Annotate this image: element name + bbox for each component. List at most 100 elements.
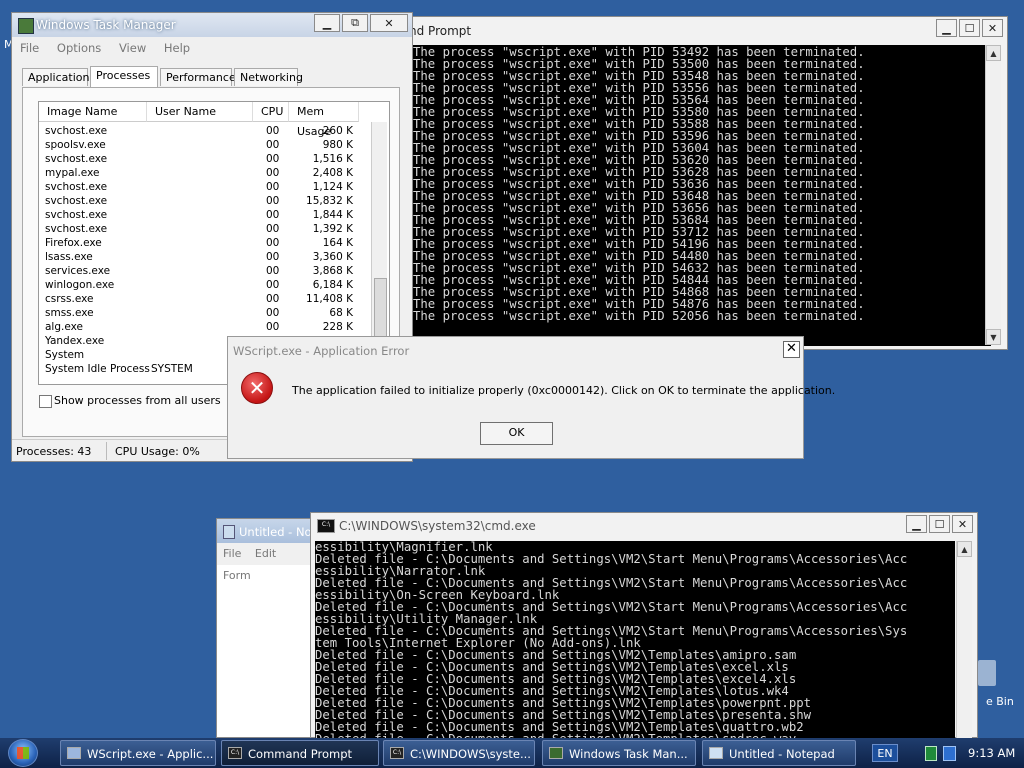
recycle-bin-icon[interactable] (978, 660, 996, 686)
tray-network-icon[interactable] (925, 746, 937, 761)
console-icon: C:\ (317, 519, 335, 533)
taskbar-item-task-manager[interactable]: Windows Task Man... (542, 740, 696, 766)
cmd1-scrollbar[interactable]: ▲ ▼ (985, 45, 1001, 345)
taskbar-item-label: Command Prompt (248, 747, 353, 761)
scroll-thumb[interactable] (374, 278, 387, 340)
cell-image-name: spoolsv.exe (45, 139, 106, 151)
cell-cpu: 00 (266, 293, 280, 305)
close-button[interactable]: ✕ (370, 14, 408, 32)
table-row[interactable]: csrss.exe 00 11,408 K (39, 292, 379, 306)
table-row[interactable]: smss.exe 00 68 K (39, 306, 379, 320)
tab-networking[interactable]: Networking (234, 68, 303, 86)
notepad-icon (223, 525, 235, 539)
table-row[interactable]: spoolsv.exe 00 980 K (39, 138, 379, 152)
notepad-icon (709, 747, 723, 759)
console-icon: C:\ (228, 747, 242, 759)
menu-edit[interactable]: Edit (255, 547, 276, 560)
close-button[interactable]: ✕ (952, 515, 973, 533)
tm-titlebar: Windows Task Manager ▁ ⧉ ✕ (12, 13, 412, 37)
start-button[interactable] (8, 739, 38, 767)
column-image-name[interactable]: Image Name (39, 102, 147, 122)
cmd1-title: nd Prompt (409, 24, 472, 38)
windows-logo-icon (17, 747, 29, 759)
menu-help[interactable]: Help (164, 41, 190, 55)
minimize-button[interactable]: ▁ (936, 19, 957, 37)
status-cpu: CPU Usage: 0% (115, 445, 200, 458)
minimize-button[interactable]: ▁ (906, 515, 927, 533)
table-row[interactable]: svchost.exe 00 1,392 K (39, 222, 379, 236)
cmd-window-2: C:\ C:\WINDOWS\system32\cmd.exe ▁ ☐ ✕ es… (310, 512, 978, 739)
maximize-button[interactable]: ☐ (929, 515, 950, 533)
ok-button[interactable]: OK (480, 422, 553, 445)
scroll-down-icon[interactable]: ▼ (986, 329, 1001, 345)
taskbar-item-wscript[interactable]: WScript.exe - Applic... (60, 740, 216, 766)
tab-processes[interactable]: Processes (90, 66, 158, 87)
cell-cpu: 00 (266, 237, 280, 249)
minimize-button[interactable]: ▁ (314, 14, 340, 32)
table-row[interactable]: svchost.exe 00 260 K (39, 124, 379, 138)
cell-image-name: svchost.exe (45, 125, 108, 137)
task-manager-icon (18, 18, 34, 34)
cell-mem-usage: 260 K (322, 125, 353, 137)
column-mem-usage[interactable]: Mem Usage (289, 102, 359, 138)
taskbar-item-command-prompt[interactable]: C:\ Command Prompt (221, 740, 379, 766)
scroll-up-icon[interactable]: ▲ (957, 541, 972, 557)
taskbar-item-cmd[interactable]: C:\ C:\WINDOWS\syste... (383, 740, 535, 766)
column-cpu[interactable]: CPU (253, 102, 289, 122)
cell-mem-usage: 3,360 K (312, 251, 353, 263)
cell-cpu: 00 (266, 307, 280, 319)
app-icon (67, 747, 81, 759)
menu-options[interactable]: Options (57, 41, 101, 55)
table-row[interactable]: mypal.exe 00 2,408 K (39, 166, 379, 180)
recycle-bin-label[interactable]: e Bin (986, 695, 1014, 708)
taskbar-item-notepad[interactable]: Untitled - Notepad (702, 740, 856, 766)
cell-cpu: 00 (266, 139, 280, 151)
cell-cpu: 00 (266, 279, 280, 291)
cell-cpu: 00 (266, 167, 280, 179)
cell-mem-usage: 1,516 K (312, 153, 353, 165)
cmd1-console[interactable]: The process "wscript.exe" with PID 53492… (413, 45, 991, 346)
tab-applications[interactable]: Applications (22, 68, 95, 86)
table-row[interactable]: alg.exe 00 228 K (39, 320, 379, 334)
menu-format[interactable]: Form (223, 569, 251, 582)
table-row[interactable]: lsass.exe 00 3,360 K (39, 250, 379, 264)
show-all-checkbox[interactable] (39, 395, 52, 408)
tm-menubar: File Options View Help (20, 41, 204, 55)
maximize-button[interactable]: ⧉ (342, 14, 368, 32)
cell-user-name: SYSTEM (151, 363, 193, 375)
table-row[interactable]: svchost.exe 00 1,516 K (39, 152, 379, 166)
menu-file[interactable]: File (20, 41, 39, 55)
close-button[interactable]: ✕ (783, 341, 800, 358)
menu-view[interactable]: View (119, 41, 146, 55)
cmd2-scrollbar[interactable]: ▲ (956, 541, 972, 739)
maximize-button[interactable]: ☐ (959, 19, 980, 37)
table-row[interactable]: winlogon.exe 00 6,184 K (39, 278, 379, 292)
cell-mem-usage: 1,124 K (312, 181, 353, 193)
column-user-name[interactable]: User Name (147, 102, 253, 122)
table-row[interactable]: services.exe 00 3,868 K (39, 264, 379, 278)
table-row[interactable]: Firefox.exe 00 164 K (39, 236, 379, 250)
cell-cpu: 00 (266, 251, 280, 263)
tab-performance[interactable]: Performance (160, 68, 236, 86)
table-row[interactable]: svchost.exe 00 15,832 K (39, 194, 379, 208)
tray-volume-icon[interactable] (943, 746, 956, 761)
cell-image-name: services.exe (45, 265, 111, 277)
cell-image-name: System (45, 349, 85, 361)
close-button[interactable]: ✕ (982, 19, 1003, 37)
cell-image-name: csrss.exe (45, 293, 94, 305)
taskbar-item-label: Windows Task Man... (569, 747, 688, 761)
cell-cpu: 00 (266, 181, 280, 193)
cell-mem-usage: 228 K (322, 321, 353, 333)
cell-image-name: svchost.exe (45, 181, 108, 193)
clock[interactable]: 9:13 AM (968, 746, 1015, 760)
scroll-up-icon[interactable]: ▲ (986, 45, 1001, 61)
table-row[interactable]: svchost.exe 00 1,124 K (39, 180, 379, 194)
language-indicator[interactable]: EN (872, 744, 898, 762)
cell-cpu: 00 (266, 195, 280, 207)
menu-file[interactable]: File (223, 547, 241, 560)
cell-image-name: winlogon.exe (45, 279, 115, 291)
cell-image-name: svchost.exe (45, 223, 108, 235)
taskbar-item-label: Untitled - Notepad (729, 747, 835, 761)
table-row[interactable]: svchost.exe 00 1,844 K (39, 208, 379, 222)
cmd2-console[interactable]: essibility\Magnifier.lnk Deleted file - C… (315, 541, 955, 739)
